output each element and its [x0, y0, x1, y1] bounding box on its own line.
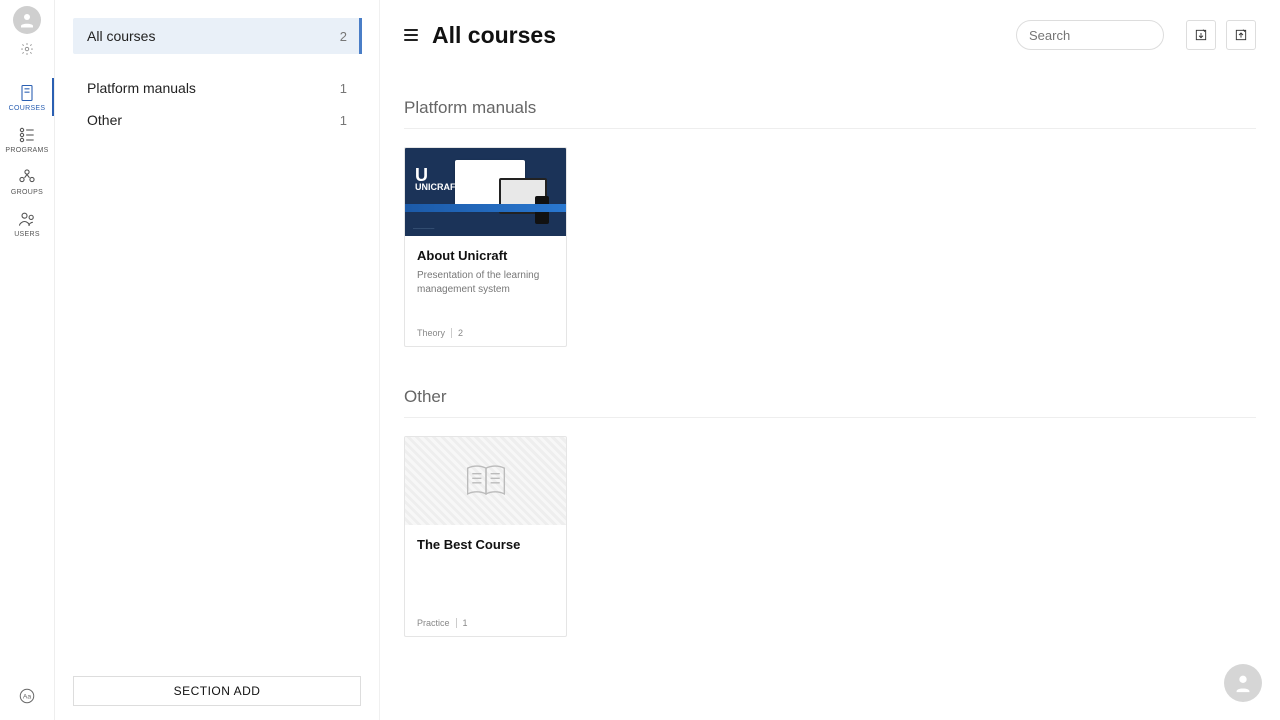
- section-title-other: Other: [404, 387, 1256, 418]
- nav-groups[interactable]: GROUPS: [0, 160, 54, 202]
- category-count: 2: [340, 29, 347, 44]
- svg-text:Aa: Aa: [23, 693, 32, 700]
- course-card-about-unicraft[interactable]: UUNICRAFT ────── About Unicraft Presenta…: [404, 147, 567, 347]
- category-label: Other: [87, 112, 122, 128]
- export-icon: [1233, 27, 1249, 43]
- page-title: All courses: [432, 22, 556, 49]
- section-add-button[interactable]: SECTION ADD: [73, 676, 361, 706]
- help-bubble[interactable]: [1224, 664, 1262, 702]
- nav-programs[interactable]: PROGRAMS: [0, 118, 54, 160]
- course-meta-count: 1: [456, 618, 468, 628]
- course-meta-label: Practice: [417, 618, 450, 628]
- category-count: 1: [340, 81, 347, 96]
- category-sidebar: All courses 2 Platform manuals 1 Other 1…: [55, 0, 380, 720]
- search-input[interactable]: [1029, 28, 1205, 43]
- nav-rail: COURSES PROGRAMS GROUPS USERS Aa: [0, 0, 55, 720]
- nav-users-label: USERS: [14, 231, 40, 238]
- import-button[interactable]: [1186, 20, 1216, 50]
- course-meta-count: 2: [451, 328, 463, 338]
- nav-groups-label: GROUPS: [11, 189, 43, 196]
- nav-courses-label: COURSES: [9, 105, 46, 112]
- topbar: All courses: [404, 20, 1256, 50]
- course-thumbnail: [405, 437, 566, 525]
- open-book-icon: [464, 462, 508, 500]
- list-icon: [17, 125, 37, 145]
- nav-programs-label: PROGRAMS: [5, 147, 48, 154]
- course-thumbnail: UUNICRAFT ──────: [405, 148, 566, 236]
- export-button[interactable]: [1226, 20, 1256, 50]
- category-other[interactable]: Other 1: [73, 104, 361, 136]
- category-count: 1: [340, 113, 347, 128]
- course-title: The Best Course: [417, 537, 554, 552]
- groups-icon: [17, 167, 37, 187]
- category-label: Platform manuals: [87, 80, 196, 96]
- course-card-the-best-course[interactable]: The Best Course Practice 1: [404, 436, 567, 637]
- section-title-platform-manuals: Platform manuals: [404, 98, 1256, 129]
- category-all-courses[interactable]: All courses 2: [73, 18, 361, 54]
- gear-icon[interactable]: [18, 40, 36, 58]
- nav-courses[interactable]: COURSES: [0, 76, 54, 118]
- course-title: About Unicraft: [417, 248, 554, 263]
- category-label: All courses: [87, 28, 155, 44]
- course-meta-label: Theory: [417, 328, 445, 338]
- language-icon[interactable]: Aa: [17, 686, 37, 706]
- nav-users[interactable]: USERS: [0, 202, 54, 244]
- import-icon: [1193, 27, 1209, 43]
- course-description: Presentation of the learning management …: [417, 269, 554, 296]
- book-icon: [17, 83, 37, 103]
- search-box[interactable]: [1016, 20, 1164, 50]
- users-icon: [17, 209, 37, 229]
- hamburger-icon[interactable]: [404, 29, 418, 41]
- avatar[interactable]: [13, 6, 41, 34]
- category-platform-manuals[interactable]: Platform manuals 1: [73, 72, 361, 104]
- main-content: All courses Platform manuals: [380, 0, 1280, 720]
